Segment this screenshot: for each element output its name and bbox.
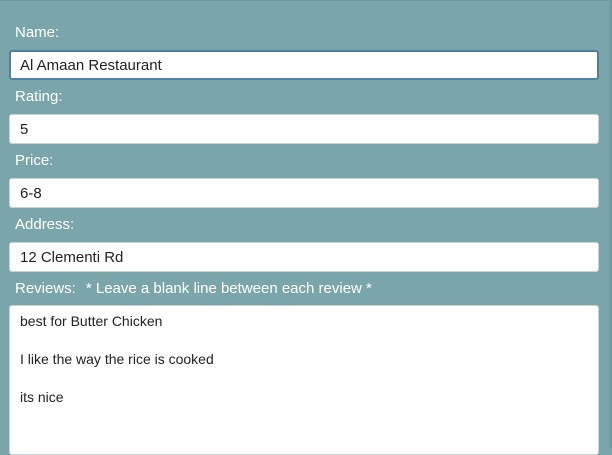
name-field[interactable] bbox=[9, 50, 599, 80]
address-label: Address: bbox=[15, 216, 75, 233]
reviews-label-row: Reviews: * Leave a blank line between eac… bbox=[15, 280, 372, 298]
name-label: Name: bbox=[15, 24, 60, 41]
reviews-textarea[interactable]: best for Butter Chicken I like the way t… bbox=[9, 305, 599, 455]
address-field[interactable] bbox=[9, 242, 599, 272]
restaurant-form: Name: Rating: Price: Address: Reviews: * … bbox=[0, 0, 612, 455]
price-field[interactable] bbox=[9, 178, 599, 208]
rating-label: Rating: bbox=[15, 88, 63, 105]
rating-field[interactable] bbox=[9, 114, 599, 144]
reviews-label: Reviews: bbox=[15, 280, 76, 297]
reviews-hint: * Leave a blank line between each review… bbox=[85, 280, 372, 297]
price-label: Price: bbox=[15, 152, 54, 169]
